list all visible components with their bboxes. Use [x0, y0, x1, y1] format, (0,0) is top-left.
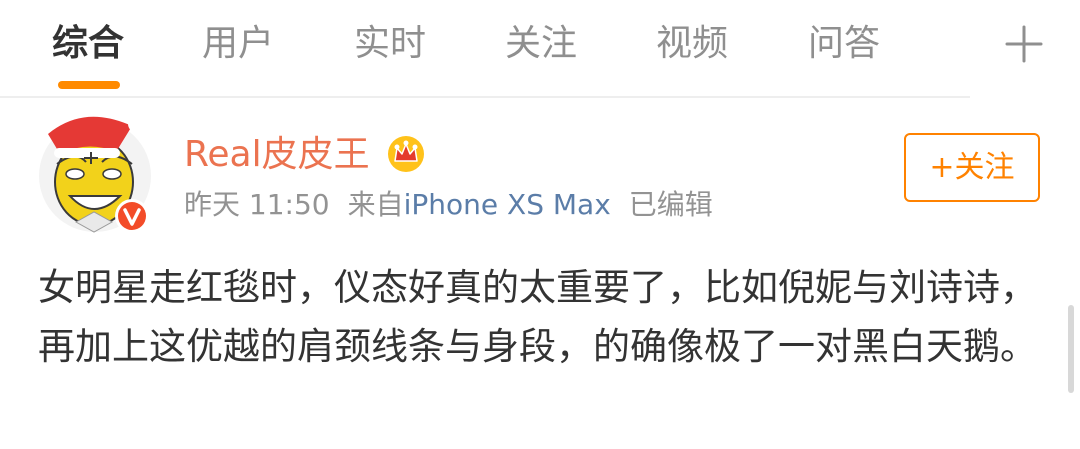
tab-divider	[0, 96, 970, 98]
tab-realtime[interactable]: 实时	[354, 20, 426, 68]
follow-button[interactable]: +关注	[904, 133, 1040, 202]
edited-label: 已编辑	[628, 188, 713, 221]
tab-following[interactable]: 关注	[505, 20, 577, 68]
source-device[interactable]: iPhone XS Max	[404, 188, 611, 221]
tab-users[interactable]: 用户	[202, 20, 274, 68]
post-meta: 昨天 11:50 来自iPhone XS Max 已编辑	[184, 186, 713, 224]
author-name[interactable]: Real皮皮王	[184, 132, 370, 178]
tab-comprehensive[interactable]: 综合	[52, 20, 124, 68]
source-prefix: 来自	[347, 188, 404, 221]
crown-icon[interactable]	[386, 134, 426, 174]
tab-video[interactable]: 视频	[656, 20, 728, 68]
plus-icon[interactable]	[1004, 24, 1044, 64]
active-tab-indicator	[58, 81, 120, 89]
search-tab-bar: 综合 用户 实时 关注 视频 问答	[0, 0, 1080, 98]
tab-qa[interactable]: 问答	[808, 20, 880, 68]
verified-v-icon	[115, 199, 149, 233]
scrollbar[interactable]	[1068, 305, 1074, 393]
post-time: 昨天 11:50	[184, 188, 330, 221]
post-text: 女明星走红毯时，仪态好真的太重要了，比如倪妮与刘诗诗，再加上这优越的肩颈线条与身…	[38, 266, 1037, 368]
